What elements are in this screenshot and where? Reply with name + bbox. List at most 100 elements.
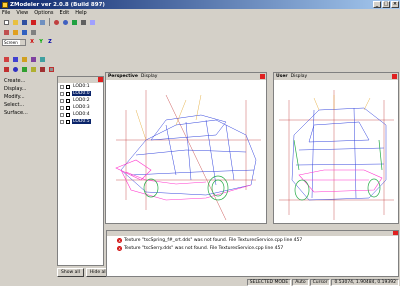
screen-combo[interactable]: Screen [2, 38, 26, 46]
lock-icon[interactable] [47, 65, 55, 73]
log-text: Texture "tscSerry.dds" was not found. Fi… [124, 245, 284, 251]
tree-item[interactable]: LOD0:4 [58, 111, 103, 118]
edge-mode-icon[interactable] [11, 55, 19, 63]
command-modify[interactable]: Modify... [2, 93, 54, 101]
vertex-mode-icon[interactable] [2, 55, 10, 63]
axis-x-icon[interactable]: X [28, 38, 36, 46]
menu-options[interactable]: Options [34, 10, 53, 16]
command-surface[interactable]: Surface... [2, 109, 54, 117]
log-entry: x Texture "tscSpring_f#_srt.dds" was not… [107, 236, 398, 244]
rotate-icon[interactable] [20, 28, 28, 36]
status-cursor-label: Cursor [309, 278, 331, 286]
viewport-header: User Display [274, 73, 398, 80]
tree-item-label: LOD0:4 [73, 112, 90, 117]
checkbox[interactable] [66, 84, 70, 89]
title-bar: ZModeler ver 2.0.8 (Build 897) _ □ × [0, 0, 400, 9]
axis-y-icon[interactable]: Y [37, 38, 45, 46]
maximize-button[interactable]: □ [382, 1, 390, 8]
menu-help[interactable]: Help [75, 10, 86, 16]
delete-icon[interactable] [29, 18, 37, 26]
error-icon: x [117, 245, 122, 251]
toolbar-select-modes [0, 54, 47, 64]
expand-icon[interactable] [60, 112, 64, 117]
select-icon[interactable] [2, 28, 10, 36]
toolbar-axis: Screen X Y Z [0, 37, 55, 47]
command-create[interactable]: Create... [2, 77, 54, 85]
command-display[interactable]: Display... [2, 85, 54, 93]
wireframe-car-user [279, 90, 394, 220]
viewport-title: User [276, 74, 288, 79]
axis-z-icon[interactable]: Z [46, 38, 54, 46]
options-icon[interactable] [79, 18, 87, 26]
move-icon[interactable] [11, 28, 19, 36]
wireframe-car-perspective [115, 90, 261, 221]
toolbar-separator [49, 18, 50, 26]
checkbox[interactable] [66, 119, 70, 124]
close-icon[interactable] [393, 231, 398, 235]
copy-icon[interactable] [38, 18, 46, 26]
command-select[interactable]: Select... [2, 101, 54, 109]
pan-icon[interactable] [2, 65, 10, 73]
checkbox[interactable] [66, 98, 70, 103]
toolbar-main [0, 17, 97, 27]
menu-edit[interactable]: Edit [60, 10, 70, 16]
tree-item-label: LOD0:2 [73, 98, 90, 103]
open-folder-icon[interactable] [11, 18, 19, 26]
show-all-button[interactable]: Show all [57, 268, 84, 277]
close-button[interactable]: × [391, 1, 399, 8]
object-tree: LOD0:1 LOD0:0 LOD0:2 LOD0:3 LOD0:4 LOD0:… [57, 76, 104, 266]
tree-item-label: LOD0:1 [73, 84, 90, 89]
tree-item-label: LOD0:0 [72, 91, 91, 96]
scale-icon[interactable] [29, 28, 37, 36]
object-mode-icon[interactable] [29, 55, 37, 63]
checkbox[interactable] [66, 112, 70, 117]
error-icon: x [117, 237, 122, 243]
save-icon[interactable] [20, 18, 28, 26]
expand-icon[interactable] [60, 91, 64, 96]
app-icon [2, 1, 8, 8]
render-icon[interactable] [70, 18, 78, 26]
undo-icon[interactable] [52, 18, 60, 26]
checkbox[interactable] [66, 91, 70, 96]
status-cursor-coords: 0.53074, 1.90484, 0.19392 [331, 278, 399, 286]
zoom-icon[interactable] [88, 18, 96, 26]
toolbar-tools [0, 27, 38, 37]
status-auto[interactable]: Auto [292, 278, 309, 286]
toolbar-view [0, 64, 56, 74]
redo-icon[interactable] [61, 18, 69, 26]
checkbox[interactable] [66, 105, 70, 110]
group-mode-icon[interactable] [38, 55, 46, 63]
fit-icon[interactable] [29, 65, 37, 73]
expand-icon[interactable] [60, 98, 64, 103]
minimize-button[interactable]: _ [373, 1, 381, 8]
tree-item[interactable]: LOD0:3 [58, 104, 103, 111]
orbit-icon[interactable] [11, 65, 19, 73]
tree-item[interactable]: LOD0:1 [58, 83, 103, 90]
zoom-extents-icon[interactable] [20, 65, 28, 73]
new-file-icon[interactable] [2, 18, 10, 26]
close-icon[interactable] [260, 74, 265, 79]
expand-icon[interactable] [60, 84, 64, 89]
viewport-header: Perspective Display [106, 73, 266, 80]
expand-icon[interactable] [60, 105, 64, 110]
window-title: ZModeler ver 2.0.8 (Build 897) [10, 1, 105, 8]
face-mode-icon[interactable] [20, 55, 28, 63]
viewport-title: Perspective [108, 74, 138, 79]
tree-item[interactable]: LOD0:0 [58, 90, 103, 97]
viewport-display-menu[interactable]: Display [141, 74, 158, 79]
log-entry: x Texture "tscSerry.dds" was not found. … [107, 244, 398, 252]
user-viewport[interactable]: User Display [273, 72, 399, 224]
viewport-display-menu[interactable]: Display [291, 74, 308, 79]
log-panel: x Texture "tscSpring_f#_srt.dds" was not… [106, 230, 399, 277]
tree-buttons: Show all Hide all [57, 268, 113, 277]
tree-item[interactable]: LOD0:5 [58, 118, 103, 125]
perspective-viewport[interactable]: Perspective Display [105, 72, 267, 224]
command-menu: Create... Display... Modify... Select...… [2, 77, 54, 277]
tree-item[interactable]: LOD0:2 [58, 97, 103, 104]
menu-file[interactable]: File [2, 10, 10, 16]
menu-view[interactable]: View [16, 10, 28, 16]
close-icon[interactable] [392, 74, 397, 79]
close-icon[interactable] [98, 77, 103, 82]
expand-icon[interactable] [60, 119, 64, 124]
maximize-view-icon[interactable] [38, 65, 46, 73]
